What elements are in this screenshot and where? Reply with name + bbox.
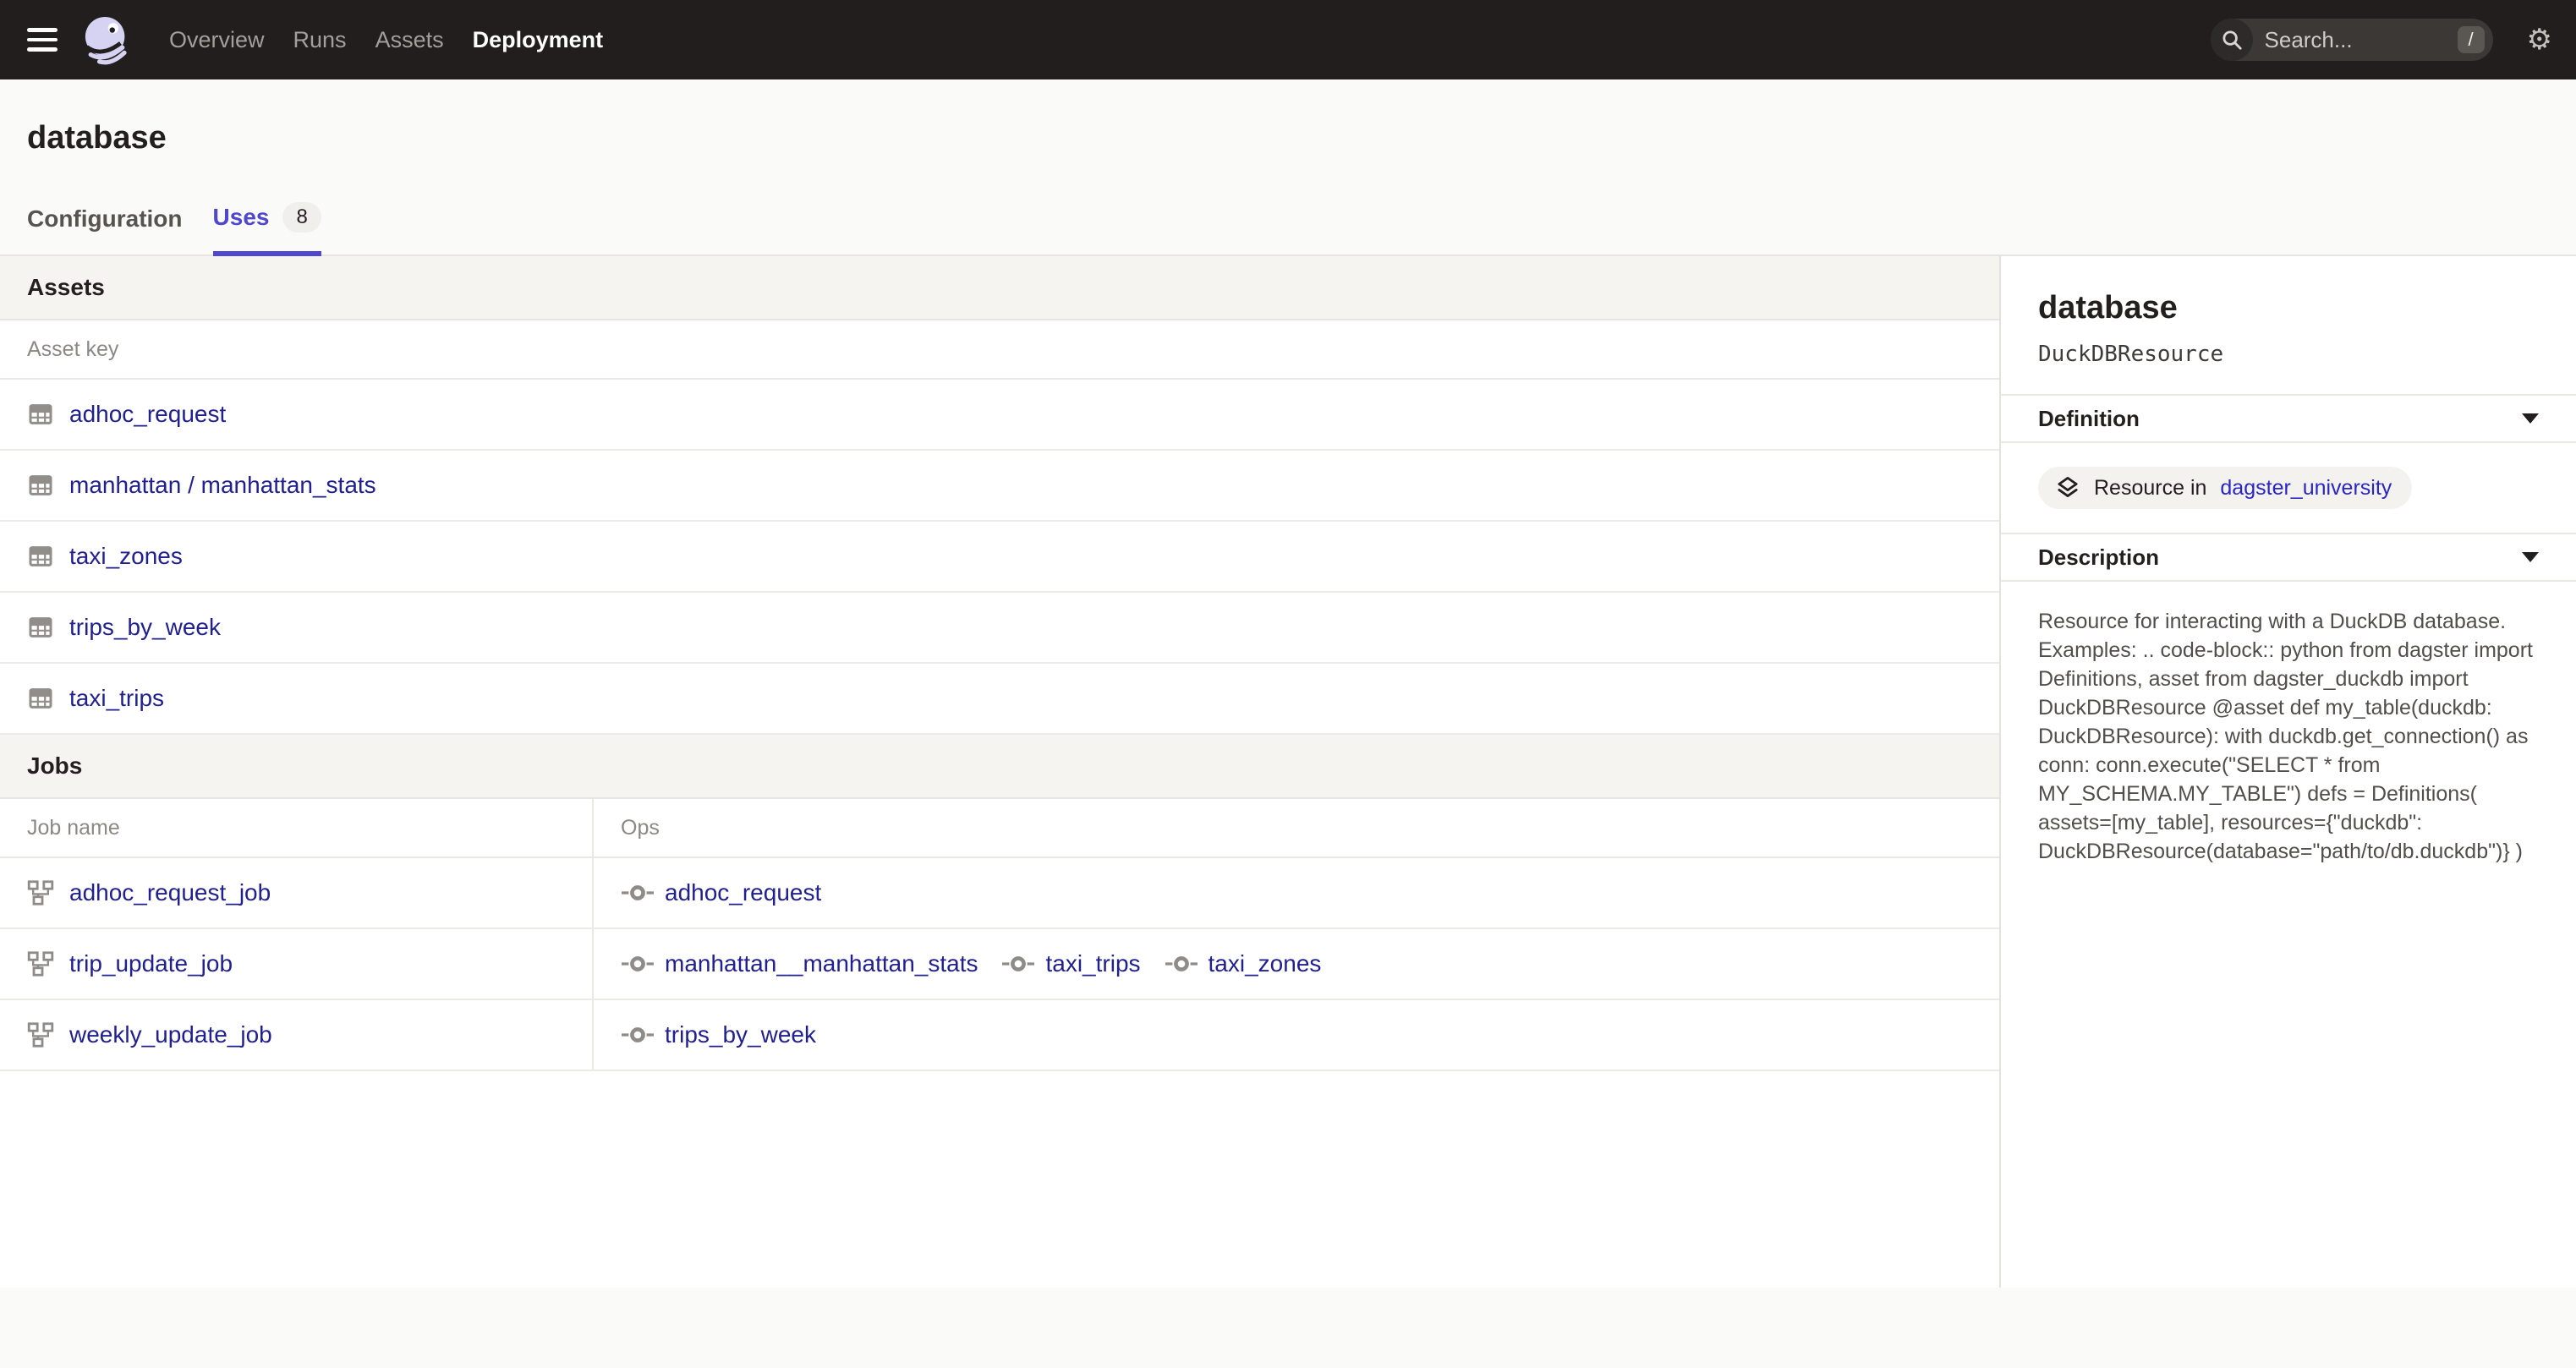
table-row: adhoc_request bbox=[0, 380, 1999, 451]
op-link[interactable]: taxi_zones bbox=[1209, 950, 1322, 977]
hamburger-menu-icon[interactable] bbox=[27, 28, 58, 52]
uses-list: Assets Asset key adhoc_request bbox=[0, 256, 2001, 1288]
table-row: weekly_update_job trips_by_week bbox=[0, 1000, 1999, 1071]
resource-location-badge: Resource in dagster_university bbox=[2038, 467, 2412, 509]
tab-configuration[interactable]: Configuration bbox=[27, 205, 183, 256]
assets-section-header: Assets bbox=[0, 256, 1999, 320]
tab-uses-label: Uses bbox=[213, 204, 270, 231]
asset-link[interactable]: trips_by_week bbox=[69, 614, 221, 641]
asset-link[interactable]: taxi_trips bbox=[69, 685, 164, 712]
definition-section-toggle[interactable]: Definition bbox=[2001, 396, 2576, 443]
page-title: database bbox=[27, 120, 2549, 156]
gear-icon[interactable]: ⚙ bbox=[2527, 25, 2552, 54]
jobs-section-title: Jobs bbox=[27, 752, 82, 780]
nav-item-assets[interactable]: Assets bbox=[375, 27, 444, 53]
table-icon bbox=[27, 614, 54, 641]
tab-bar: Configuration Uses 8 bbox=[0, 202, 2576, 256]
top-nav: Overview Runs Assets Deployment / ⚙ bbox=[0, 0, 2576, 79]
op-icon bbox=[1165, 952, 1198, 976]
job-link[interactable]: adhoc_request_job bbox=[69, 879, 271, 906]
layers-icon bbox=[2055, 475, 2080, 501]
op-icon bbox=[621, 1023, 655, 1047]
chevron-down-icon bbox=[2522, 552, 2539, 562]
job-icon bbox=[27, 879, 54, 906]
table-icon bbox=[27, 543, 54, 570]
op-link[interactable]: trips_by_week bbox=[665, 1021, 816, 1048]
panel-title: database bbox=[2038, 290, 2539, 326]
panel-header: database DuckDBResource bbox=[2001, 256, 2576, 396]
table-icon bbox=[27, 401, 54, 428]
description-section-toggle[interactable]: Description bbox=[2001, 534, 2576, 582]
op-link[interactable]: taxi_trips bbox=[1045, 950, 1140, 977]
op-icon bbox=[1001, 952, 1035, 976]
job-icon bbox=[27, 950, 54, 977]
search-box[interactable]: / bbox=[2211, 19, 2493, 61]
tab-configuration-label: Configuration bbox=[27, 205, 183, 233]
job-name-column-label: Job name bbox=[0, 799, 594, 856]
table-row: trips_by_week bbox=[0, 593, 1999, 664]
jobs-section-header: Jobs bbox=[0, 735, 1999, 799]
search-icon bbox=[2211, 19, 2253, 61]
definition-section-body: Resource in dagster_university bbox=[2001, 443, 2576, 534]
table-row: adhoc_request_job adhoc_request bbox=[0, 858, 1999, 929]
table-row: taxi_trips bbox=[0, 664, 1999, 735]
dagster-app: Overview Runs Assets Deployment / ⚙ data… bbox=[0, 0, 2576, 1368]
op-link[interactable]: manhattan__manhattan_stats bbox=[665, 950, 978, 977]
page-header: database bbox=[0, 79, 2576, 156]
asset-link[interactable]: manhattan / manhattan_stats bbox=[69, 472, 376, 499]
nav-item-deployment[interactable]: Deployment bbox=[473, 27, 604, 53]
nav-links: Overview Runs Assets Deployment bbox=[169, 27, 603, 53]
description-label: Description bbox=[2038, 544, 2159, 571]
content-area: Assets Asset key adhoc_request bbox=[0, 256, 2576, 1288]
assets-column-header: Asset key bbox=[0, 320, 1999, 380]
asset-link[interactable]: adhoc_request bbox=[69, 401, 226, 428]
jobs-column-header: Job name Ops bbox=[0, 799, 1999, 858]
nav-item-runs[interactable]: Runs bbox=[293, 27, 347, 53]
search-shortcut-badge: / bbox=[2458, 26, 2485, 53]
op-icon bbox=[621, 952, 655, 976]
code-location-link[interactable]: dagster_university bbox=[2220, 476, 2392, 501]
table-row: taxi_zones bbox=[0, 522, 1999, 593]
asset-link[interactable]: taxi_zones bbox=[69, 543, 183, 570]
description-text: Resource for interacting with a DuckDB d… bbox=[2001, 582, 2576, 891]
table-row: manhattan / manhattan_stats bbox=[0, 451, 1999, 522]
nav-item-overview[interactable]: Overview bbox=[169, 27, 265, 53]
asset-key-column-label: Asset key bbox=[0, 337, 145, 362]
resource-badge-text: Resource in bbox=[2094, 476, 2206, 501]
panel-resource-type: DuckDBResource bbox=[2038, 342, 2539, 367]
dagster-logo[interactable] bbox=[81, 14, 132, 65]
definition-label: Definition bbox=[2038, 406, 2140, 432]
table-row: trip_update_job manhattan__manhattan_sta… bbox=[0, 929, 1999, 1000]
chevron-down-icon bbox=[2522, 413, 2539, 424]
job-icon bbox=[27, 1021, 54, 1048]
resource-detail-panel: database DuckDBResource Definition Resou… bbox=[2001, 256, 2576, 1288]
job-link[interactable]: weekly_update_job bbox=[69, 1021, 272, 1048]
table-icon bbox=[27, 685, 54, 712]
ops-column-label: Ops bbox=[594, 799, 1999, 856]
op-icon bbox=[621, 881, 655, 905]
assets-section-title: Assets bbox=[27, 274, 105, 301]
search-input[interactable] bbox=[2253, 27, 2458, 53]
op-link[interactable]: adhoc_request bbox=[665, 879, 821, 906]
table-icon bbox=[27, 472, 54, 499]
tab-uses[interactable]: Uses 8 bbox=[213, 202, 321, 256]
job-link[interactable]: trip_update_job bbox=[69, 950, 233, 977]
tab-uses-count-badge: 8 bbox=[282, 202, 321, 233]
